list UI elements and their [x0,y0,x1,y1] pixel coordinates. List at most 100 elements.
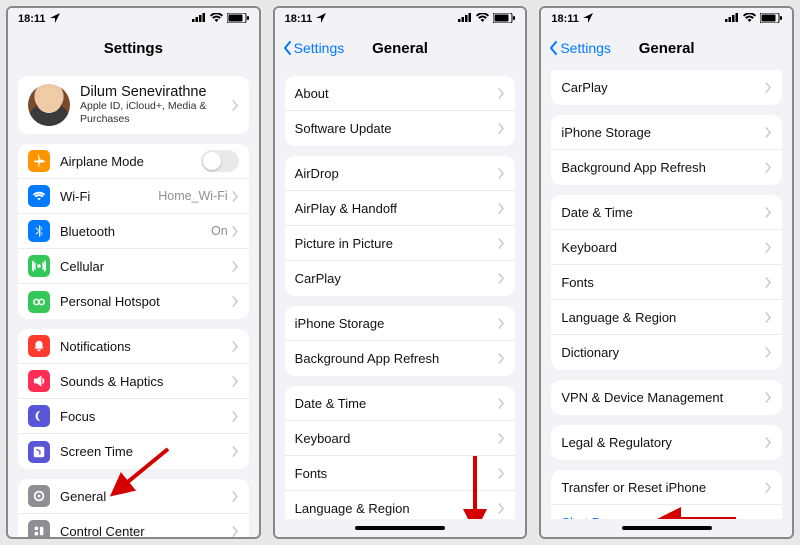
row-label: Control Center [60,524,232,538]
date-time-row[interactable]: Date & Time [285,386,516,421]
vpn-row[interactable]: VPN & Device Management [551,380,782,415]
chevron-icon [232,100,239,111]
signal-icon [192,13,206,25]
status-time: 18:11 [18,13,46,25]
sounds-row[interactable]: Sounds & Haptics [18,364,249,399]
row-label: Picture in Picture [295,236,499,251]
profile-name: Dilum Senevirathne [80,84,232,100]
back-label: Settings [560,40,611,56]
bluetooth-icon [28,220,50,242]
chevron-icon [765,347,772,358]
chevron-icon [232,191,239,202]
airdrop-row[interactable]: AirDrop [285,156,516,191]
row-label: Shut Down [561,515,772,519]
chevron-icon [232,526,239,537]
wifi-icon [476,13,489,25]
chevron-icon [765,207,772,218]
control-center-row[interactable]: Control Center [18,514,249,537]
row-label: AirDrop [295,166,499,181]
row-label: iPhone Storage [295,316,499,331]
apple-id-row[interactable]: Dilum Senevirathne Apple ID, iCloud+, Me… [18,76,249,134]
chevron-icon [498,353,505,364]
chevron-icon [765,82,772,93]
row-label: AirPlay & Handoff [295,201,499,216]
chevron-icon [765,482,772,493]
location-icon [583,13,593,26]
fonts-row[interactable]: Fonts [285,456,516,491]
shut-down-row[interactable]: Shut Down [551,505,782,519]
software-update-row[interactable]: Software Update [285,111,516,146]
hotspot-row[interactable]: Personal Hotspot [18,284,249,319]
row-label: Cellular [60,259,232,274]
bg-refresh-row[interactable]: Background App Refresh [285,341,516,376]
signal-icon [725,13,739,25]
wifi-row[interactable]: Wi-Fi Home_Wi-Fi [18,179,249,214]
chevron-icon [498,273,505,284]
chevron-icon [765,127,772,138]
signal-icon [458,13,472,25]
chevron-icon [232,446,239,457]
chevron-icon [498,503,505,514]
screen-general-top: 18:11 Settings General About Software Up… [273,6,528,539]
notifications-icon [28,335,50,357]
row-label: Focus [60,409,232,424]
profile-subtitle: Apple ID, iCloud+, Media & Purchases [80,100,232,125]
language-row[interactable]: Language & Region [285,491,516,519]
language-row[interactable]: Language & Region [551,300,782,335]
dictionary-row[interactable]: Dictionary [551,335,782,370]
fonts-row[interactable]: Fonts [551,265,782,300]
airplane-mode-row[interactable]: Airplane Mode [18,144,249,179]
storage-row[interactable]: iPhone Storage [285,306,516,341]
airplane-toggle[interactable] [201,150,239,172]
focus-row[interactable]: Focus [18,399,249,434]
legal-row[interactable]: Legal & Regulatory [551,425,782,460]
location-icon [316,13,326,26]
hotspot-icon [28,291,50,313]
row-label: Bluetooth [60,224,211,239]
chevron-icon [765,392,772,403]
back-button[interactable]: Settings [281,40,345,56]
bluetooth-row[interactable]: Bluetooth On [18,214,249,249]
row-label: Background App Refresh [295,351,499,366]
notifications-row[interactable]: Notifications [18,329,249,364]
keyboard-row[interactable]: Keyboard [285,421,516,456]
transfer-reset-row[interactable]: Transfer or Reset iPhone [551,470,782,505]
general-row[interactable]: General [18,479,249,514]
cellular-row[interactable]: Cellular [18,249,249,284]
home-indicator[interactable] [275,519,526,537]
row-label: Transfer or Reset iPhone [561,480,765,495]
row-label: Date & Time [295,396,499,411]
row-label: CarPlay [295,271,499,286]
row-label: Dictionary [561,345,765,360]
row-label: iPhone Storage [561,125,765,140]
navbar: Settings [8,30,259,66]
screen-general-bottom: 18:11 Settings General CarPlay iPhone St… [539,6,794,539]
row-label: Legal & Regulatory [561,435,765,450]
carplay-row[interactable]: CarPlay [551,70,782,105]
home-indicator[interactable] [541,519,792,537]
pip-row[interactable]: Picture in Picture [285,226,516,261]
date-time-row[interactable]: Date & Time [551,195,782,230]
back-label: Settings [294,40,345,56]
bg-refresh-row[interactable]: Background App Refresh [551,150,782,185]
back-button[interactable]: Settings [547,40,611,56]
screentime-icon [28,441,50,463]
about-row[interactable]: About [285,76,516,111]
chevron-icon [498,88,505,99]
screentime-row[interactable]: Screen Time [18,434,249,469]
row-label: Screen Time [60,444,232,459]
chevron-icon [498,433,505,444]
storage-row[interactable]: iPhone Storage [551,115,782,150]
wifi-icon [210,13,223,25]
row-label: Date & Time [561,205,765,220]
chevron-icon [232,491,239,502]
chevron-icon [232,261,239,272]
row-label: About [295,86,499,101]
chevron-icon [498,123,505,134]
page-title: Settings [104,40,163,57]
carplay-row[interactable]: CarPlay [285,261,516,296]
airplay-row[interactable]: AirPlay & Handoff [285,191,516,226]
keyboard-row[interactable]: Keyboard [551,230,782,265]
chevron-icon [498,168,505,179]
row-label: Personal Hotspot [60,294,232,309]
